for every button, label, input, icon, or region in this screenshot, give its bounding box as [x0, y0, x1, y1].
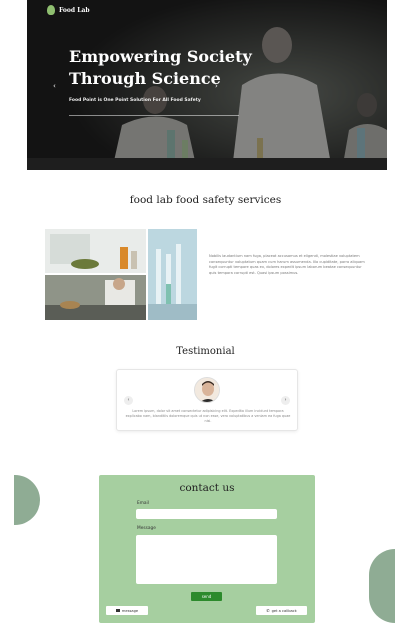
hero-title: Empowering Society Through Science	[69, 47, 252, 88]
leaf-icon	[47, 5, 55, 15]
test-tubes-image	[148, 229, 197, 320]
message-button-label: message	[121, 608, 139, 613]
testimonial-prev-arrow[interactable]: ‹	[124, 396, 133, 405]
message-field[interactable]	[136, 535, 277, 584]
kitchen-image	[45, 275, 146, 320]
brand-logo[interactable]: Food Lab	[47, 5, 90, 15]
hero-banner: Food Lab Empowering Society Through Scie…	[27, 0, 387, 170]
message-label: Message	[137, 526, 156, 531]
send-button[interactable]: send	[191, 592, 222, 601]
callback-button-label: get a callback	[271, 608, 297, 613]
testimonial-text: Lorem ipsum, dolor sit amet consectetur …	[125, 409, 291, 423]
callback-button[interactable]: ✆ get a callback	[256, 606, 307, 615]
testimonial-title: Testimonial	[176, 346, 235, 357]
contact-form: contact us Email Message send message ✆ …	[99, 475, 315, 623]
testimonial-card: ‹ › Lorem ipsum, dolor sit amet consecte…	[116, 369, 298, 431]
hero-divider	[69, 115, 239, 116]
hero-subtitle: Food Point is One Point Solution For All…	[69, 98, 201, 103]
hero-next-arrow[interactable]: ›	[215, 82, 218, 90]
email-field[interactable]	[136, 509, 277, 519]
decorative-blob-left	[14, 475, 40, 525]
phone-icon: ✆	[266, 608, 270, 613]
hero-prev-arrow[interactable]: ‹	[53, 82, 56, 90]
avatar	[194, 377, 220, 403]
brand-name: Food Lab	[59, 6, 90, 14]
message-button[interactable]: message	[106, 606, 148, 615]
services-description: Nobilis laudantium nam fuga, placeat acc…	[209, 254, 365, 275]
chat-icon	[115, 609, 120, 612]
decorative-blob-right	[369, 549, 395, 623]
lab-herbs-image	[45, 229, 146, 273]
email-label: Email	[137, 501, 149, 506]
contact-title: contact us	[179, 482, 235, 494]
testimonial-next-arrow[interactable]: ›	[281, 396, 290, 405]
services-title: food lab food safety services	[129, 194, 282, 206]
